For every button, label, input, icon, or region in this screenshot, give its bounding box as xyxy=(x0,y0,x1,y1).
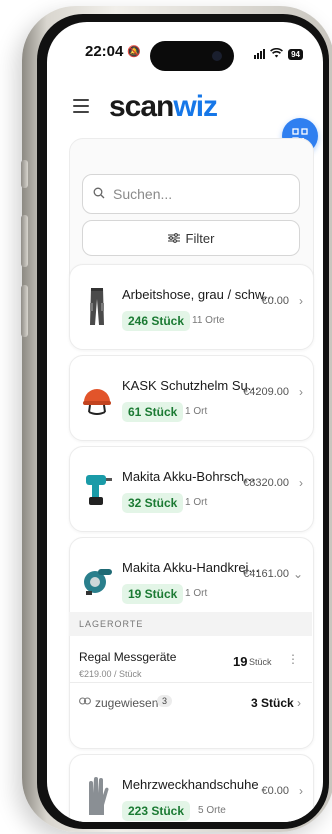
more-vertical-icon[interactable]: ⋮ xyxy=(287,652,299,666)
location-count: 5 Orte xyxy=(198,805,226,816)
location-count: 1 Ort xyxy=(185,497,208,508)
app-logo: scanwiz xyxy=(109,90,218,124)
status-time: 22:04 xyxy=(85,43,124,60)
product-price: €0.00 xyxy=(261,295,289,307)
bell-muted-icon: 🔕 xyxy=(127,46,141,58)
filter-button[interactable]: Filter xyxy=(82,220,300,256)
dynamic-island xyxy=(150,41,234,71)
pants-icon xyxy=(80,285,114,329)
product-price: €4161.00 xyxy=(243,568,289,580)
signal-icon xyxy=(254,49,266,59)
stock-badge: 61 Stück xyxy=(122,402,184,422)
chevron-right-icon: › xyxy=(299,784,303,798)
stock-badge: 32 Stück xyxy=(122,493,184,513)
assigned-count-badge: 3 xyxy=(157,695,173,707)
search-input[interactable]: Suchen... xyxy=(82,174,300,214)
volume-up-button xyxy=(21,215,28,267)
filter-label: Filter xyxy=(185,230,215,246)
location-count: 11 Orte xyxy=(192,315,225,326)
product-price: €8320.00 xyxy=(243,477,289,489)
wifi-icon xyxy=(270,47,284,60)
storage-location-price: €219.00 / Stück xyxy=(79,669,142,679)
product-name: Makita Akku-Bohrsch... xyxy=(122,469,255,484)
storage-location-name[interactable]: Regal Messgeräte xyxy=(79,650,176,664)
battery-icon: 94 xyxy=(288,48,303,60)
search-icon xyxy=(93,187,105,202)
chevron-right-icon: › xyxy=(299,476,303,490)
product-name: KASK Schutzhelm Su... xyxy=(122,378,259,393)
link-icon xyxy=(79,696,91,708)
stock-badge: 223 Stück xyxy=(122,801,191,821)
storage-location-qty: 19 xyxy=(233,654,248,669)
product-name: Arbeitshose, grau / schw... xyxy=(122,287,275,302)
chevron-down-icon: ⌄ xyxy=(292,567,303,581)
search-placeholder: Suchen... xyxy=(113,186,173,202)
logo-part-wiz: wiz xyxy=(173,90,218,123)
chevron-right-icon: › xyxy=(299,385,303,399)
mute-switch xyxy=(21,160,28,188)
glove-icon xyxy=(80,775,114,819)
drill-icon xyxy=(80,467,114,511)
stock-badge: 19 Stück xyxy=(122,584,184,604)
sliders-icon xyxy=(167,233,180,243)
phone-mockup: 22:04 🔕 94 scanwiz Suchen... Filter Arbe… xyxy=(0,0,332,834)
assigned-label[interactable]: zugewiesen xyxy=(95,696,158,710)
product-price: €0.00 xyxy=(261,785,289,797)
product-price: €4209.00 xyxy=(243,386,289,398)
logo-part-scan: scan xyxy=(109,90,174,123)
divider xyxy=(69,682,312,683)
assigned-total: 3 Stück xyxy=(251,696,294,710)
chevron-right-icon: › xyxy=(299,294,303,308)
product-card[interactable]: Mehrzweckhandschuhe €0.00 › 223 Stück 5 … xyxy=(69,754,314,822)
product-name: Mehrzweckhandschuhe xyxy=(122,777,259,792)
location-count: 1 Ort xyxy=(185,406,208,417)
product-card[interactable]: KASK Schutzhelm Su... €4209.00 › 61 Stüc… xyxy=(69,355,314,441)
location-count: 1 Ort xyxy=(185,588,208,599)
menu-icon[interactable] xyxy=(73,99,89,117)
product-card[interactable]: Arbeitshose, grau / schw... €0.00 › 246 … xyxy=(69,264,314,350)
chevron-right-icon[interactable]: › xyxy=(297,696,301,710)
storage-section-header: LAGERORTE xyxy=(69,612,312,636)
storage-location-unit: Stück xyxy=(249,657,272,667)
app-screen: 22:04 🔕 94 scanwiz Suchen... Filter Arbe… xyxy=(47,22,323,822)
saw-icon xyxy=(80,558,114,602)
product-card-expanded[interactable]: Makita Akku-Handkrei... €4161.00 ⌄ 19 St… xyxy=(69,537,314,749)
stock-badge: 246 Stück xyxy=(122,311,191,331)
volume-down-button xyxy=(21,285,28,337)
product-name: Makita Akku-Handkrei... xyxy=(122,560,260,575)
helmet-icon xyxy=(80,376,114,420)
status-indicators: 94 xyxy=(254,47,303,60)
product-card[interactable]: Makita Akku-Bohrsch... €8320.00 › 32 Stü… xyxy=(69,446,314,532)
